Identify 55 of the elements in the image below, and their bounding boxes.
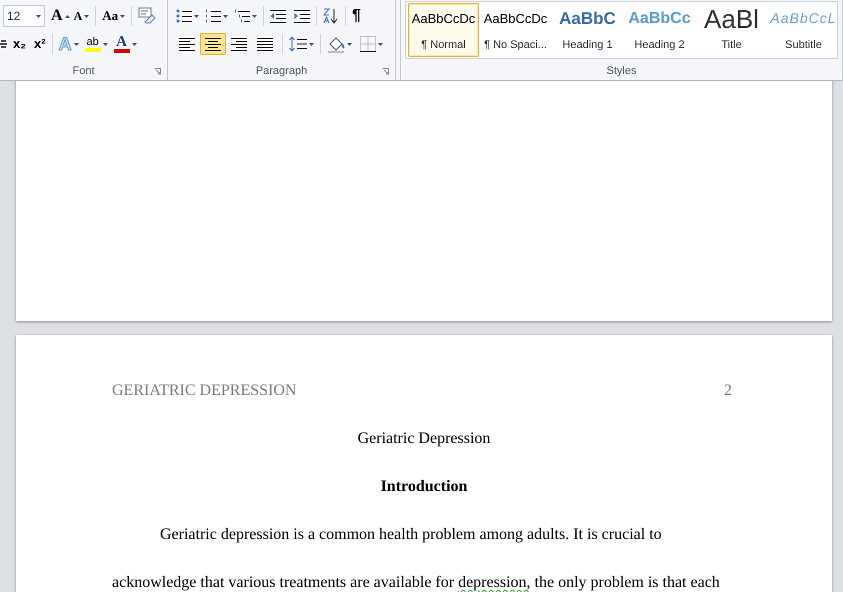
caret-icon (378, 42, 383, 46)
group-label: Font (72, 64, 94, 79)
strikethrough-icon (0, 38, 7, 50)
group-label: Styles (606, 64, 636, 79)
caret-icon (309, 42, 314, 46)
down-triangle-icon (84, 14, 90, 18)
style-item[interactable]: AaBl Title (696, 3, 767, 57)
numbered-list-icon (205, 9, 221, 23)
dialog-launcher-icon (382, 68, 389, 75)
align-right-icon (231, 36, 247, 52)
highlight-button[interactable]: ab (82, 33, 110, 55)
dialog-launcher-icon (154, 68, 161, 75)
caret-icon (223, 14, 228, 18)
shrink-font-button[interactable]: A (72, 5, 92, 27)
style-item[interactable]: AaBbC Heading 1 (552, 3, 623, 57)
multilevel-list-icon (234, 9, 250, 23)
up-triangle-icon (64, 14, 70, 18)
caret-icon (194, 14, 199, 18)
borders-button[interactable] (358, 33, 385, 55)
caret-icon (36, 14, 41, 18)
caret-icon (252, 14, 257, 18)
caret-icon (132, 42, 137, 46)
subscript-button[interactable]: x₂ (11, 33, 28, 55)
change-case-button[interactable]: Aa (100, 5, 128, 27)
eraser-icon (138, 7, 156, 25)
align-left-icon (179, 36, 195, 52)
page-number: 2 (724, 383, 733, 399)
caret-icon (74, 42, 79, 46)
show-formatting-marks-button[interactable]: ¶ (350, 5, 363, 27)
running-head: GERIATRIC DEPRESSION (112, 383, 296, 399)
caret-icon (120, 14, 126, 18)
caret-icon (102, 42, 108, 46)
line-spacing-icon (289, 36, 307, 52)
align-center-icon (205, 36, 221, 52)
font-size-field[interactable]: 12 (3, 5, 45, 27)
font-color-button[interactable]: A (112, 33, 139, 55)
align-justify-icon (257, 36, 273, 52)
paint-bucket-icon (327, 36, 345, 52)
group-label: Paragraph (256, 64, 308, 79)
decrease-indent-icon (270, 9, 286, 23)
style-item[interactable]: AaBbCc Heading 2 (624, 3, 695, 57)
increase-indent-icon (294, 9, 310, 23)
grow-font-button[interactable]: A (49, 5, 72, 27)
section-heading: Introduction (380, 478, 468, 495)
borders-icon (360, 36, 376, 52)
style-item[interactable]: AaBbCcDc ¶ Normal (408, 3, 479, 57)
body-paragraph: Geriatric depression is a common health problem among adults. It is crucial to acknowledge that various treatments are available for depression, the only problem is that each (112, 525, 721, 592)
align-center-button[interactable] (200, 33, 226, 55)
bulleted-list-icon (176, 9, 192, 23)
sort-icon (323, 8, 339, 24)
style-item[interactable]: AaBbCcL Subtitle (768, 3, 837, 57)
document-title: Geriatric Depression (358, 430, 490, 447)
caret-icon (347, 42, 352, 46)
style-item[interactable]: AaBbCcDc ¶ No Spaci... (480, 3, 551, 57)
superscript-button[interactable]: x² (32, 33, 48, 55)
